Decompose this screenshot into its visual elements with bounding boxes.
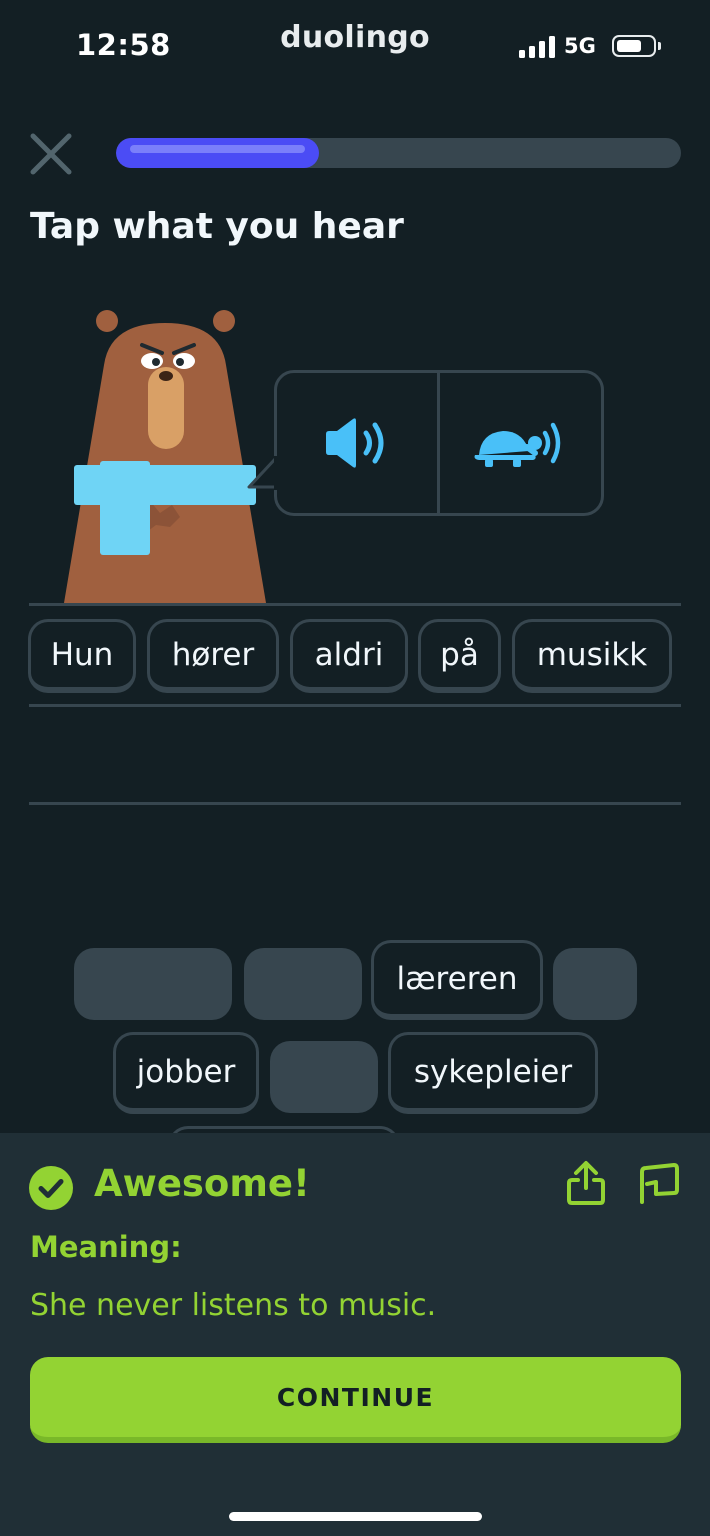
battery-tip: [658, 42, 661, 50]
used-word-slot: [74, 948, 232, 1020]
progress-shine: [130, 145, 305, 153]
used-word-slot: [553, 948, 637, 1020]
answer-word[interactable]: Hun: [28, 619, 136, 693]
progress-fill: [116, 138, 319, 168]
meaning-label: Meaning:: [30, 1230, 182, 1264]
continue-button[interactable]: CONTINUE: [30, 1357, 681, 1443]
answer-word[interactable]: hører: [147, 619, 279, 693]
battery-icon: [612, 35, 656, 57]
share-icon[interactable]: [566, 1160, 606, 1206]
carrier-name: duolingo: [280, 20, 430, 55]
answer-word[interactable]: aldri: [290, 619, 408, 693]
answer-word[interactable]: på: [418, 619, 501, 693]
play-slow-audio-button[interactable]: [440, 373, 600, 513]
home-indicator: [229, 1512, 482, 1521]
answer-word[interactable]: musikk: [512, 619, 672, 693]
answer-line-middle: [29, 704, 681, 707]
word-bank-tile[interactable]: jobber: [113, 1032, 259, 1114]
network-type: 5G: [564, 34, 596, 58]
feedback-title: Awesome!: [94, 1162, 310, 1205]
used-word-slot: [244, 948, 362, 1020]
play-audio-button[interactable]: [277, 373, 437, 513]
answer-line-bottom: [29, 802, 681, 805]
word-bank-tile[interactable]: læreren: [371, 940, 543, 1020]
turtle-speaker-icon: [474, 422, 561, 467]
signal-icon: [519, 36, 555, 58]
answer-line-top: [29, 603, 681, 606]
speaker-icon: [326, 418, 384, 468]
close-button[interactable]: [28, 131, 74, 177]
checkmark-icon: [29, 1166, 73, 1210]
meaning-text: She never listens to music.: [30, 1288, 437, 1323]
used-word-slot: [270, 1041, 378, 1113]
progress-bar: [116, 138, 681, 168]
word-bank-tile[interactable]: sykepleier: [388, 1032, 598, 1114]
bear-character-illustration: [64, 310, 266, 603]
report-flag-icon[interactable]: [638, 1162, 680, 1204]
page-title: Tap what you hear: [30, 206, 404, 247]
speech-bubble-tail: [247, 456, 277, 490]
